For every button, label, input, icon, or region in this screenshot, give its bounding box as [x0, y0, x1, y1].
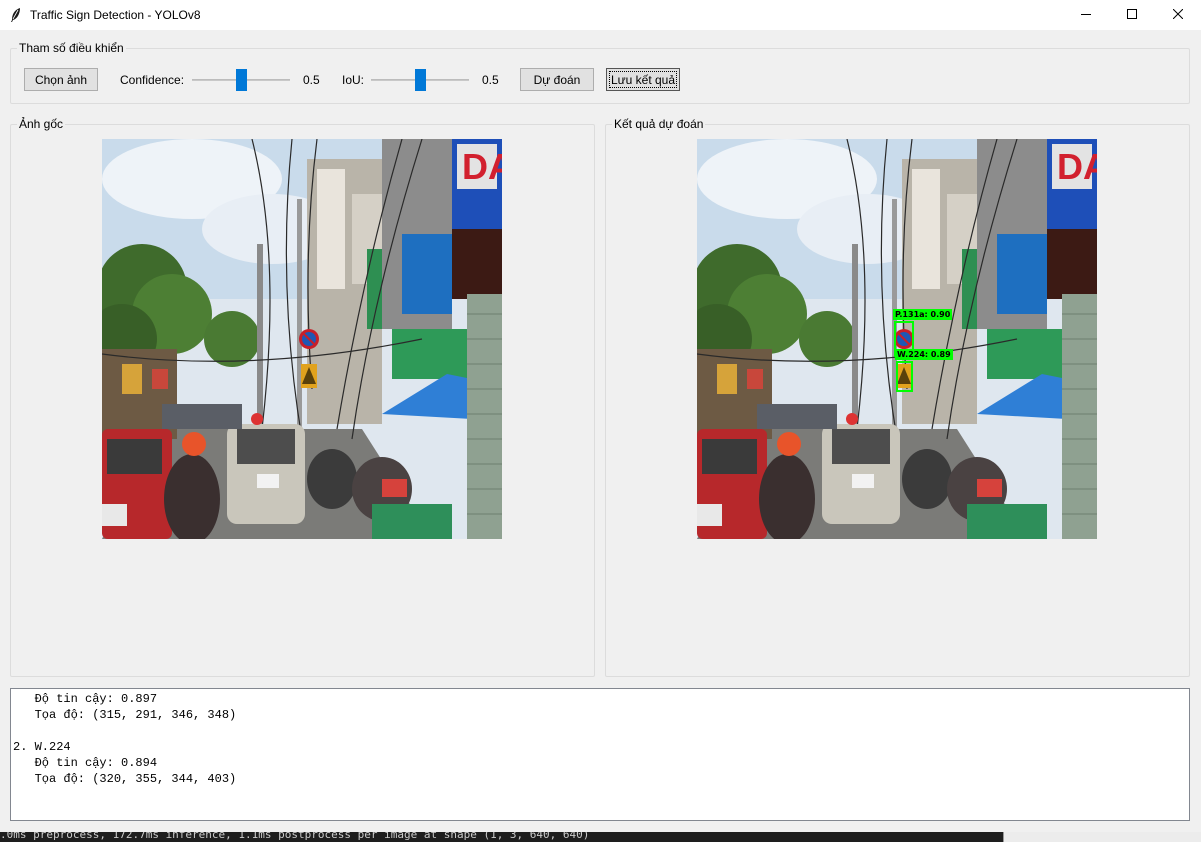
result-line: 2. W.224: [13, 740, 71, 754]
confidence-value: 0.5: [303, 73, 320, 87]
original-image-group: Ảnh gốc: [10, 117, 595, 677]
detection-label: P.131a: 0.90: [893, 309, 953, 320]
confidence-label: Confidence:: [120, 73, 185, 87]
detection-box: [896, 361, 913, 392]
console-output: .0ms preprocess, 172.7ms inference, 1.1m…: [0, 832, 1201, 842]
result-image-group-label: Kết quả dự đoán: [612, 117, 706, 131]
original-image-group-label: Ảnh gốc: [17, 117, 66, 131]
minimize-icon: [1081, 8, 1091, 22]
console-text: .0ms preprocess, 172.7ms inference, 1.1m…: [0, 832, 590, 841]
confidence-slider[interactable]: [192, 68, 292, 92]
predict-button[interactable]: Dự đoán: [520, 68, 594, 91]
controls-group: Tham số điều khiển Chọn ảnh Confidence: …: [10, 41, 1190, 104]
result-image: P.131a: 0.90 W.224: 0.89: [697, 139, 1097, 539]
result-line: Tọa độ: (320, 355, 344, 403): [13, 772, 237, 786]
close-button[interactable]: [1155, 0, 1201, 30]
choose-image-button[interactable]: Chọn ảnh: [24, 68, 98, 91]
confidence-slider-thumb[interactable]: [236, 69, 247, 91]
result-line: Độ tin cậy: 0.894: [13, 756, 158, 770]
iou-slider-thumb[interactable]: [415, 69, 426, 91]
minimize-button[interactable]: [1063, 0, 1109, 30]
results-textbox[interactable]: Độ tin cậy: 0.897 Tọa độ: (315, 291, 346…: [10, 688, 1190, 821]
result-image-group: Kết quả dự đoán P.131a: 0.90 W.224: 0.89: [605, 117, 1190, 677]
window-title: Traffic Sign Detection - YOLOv8: [30, 8, 201, 22]
maximize-button[interactable]: [1109, 0, 1155, 30]
title-bar: Traffic Sign Detection - YOLOv8: [0, 0, 1201, 30]
feather-icon: [9, 7, 23, 23]
iou-slider[interactable]: [371, 68, 471, 92]
iou-value: 0.5: [482, 73, 499, 87]
original-image: [102, 139, 502, 539]
detection-label: W.224: 0.89: [895, 349, 953, 360]
result-line: Độ tin cậy: 0.897: [13, 692, 158, 706]
controls-group-label: Tham số điều khiển: [17, 41, 126, 55]
close-icon: [1172, 8, 1184, 22]
console-side-panel: [1003, 832, 1201, 842]
iou-label: IoU:: [342, 73, 365, 87]
save-result-button[interactable]: Lưu kết quả: [606, 68, 680, 91]
maximize-icon: [1127, 8, 1137, 22]
app-window: Traffic Sign Detection - YOLOv8 Tham số …: [0, 0, 1201, 832]
result-line: Tọa độ: (315, 291, 346, 348): [13, 708, 237, 722]
